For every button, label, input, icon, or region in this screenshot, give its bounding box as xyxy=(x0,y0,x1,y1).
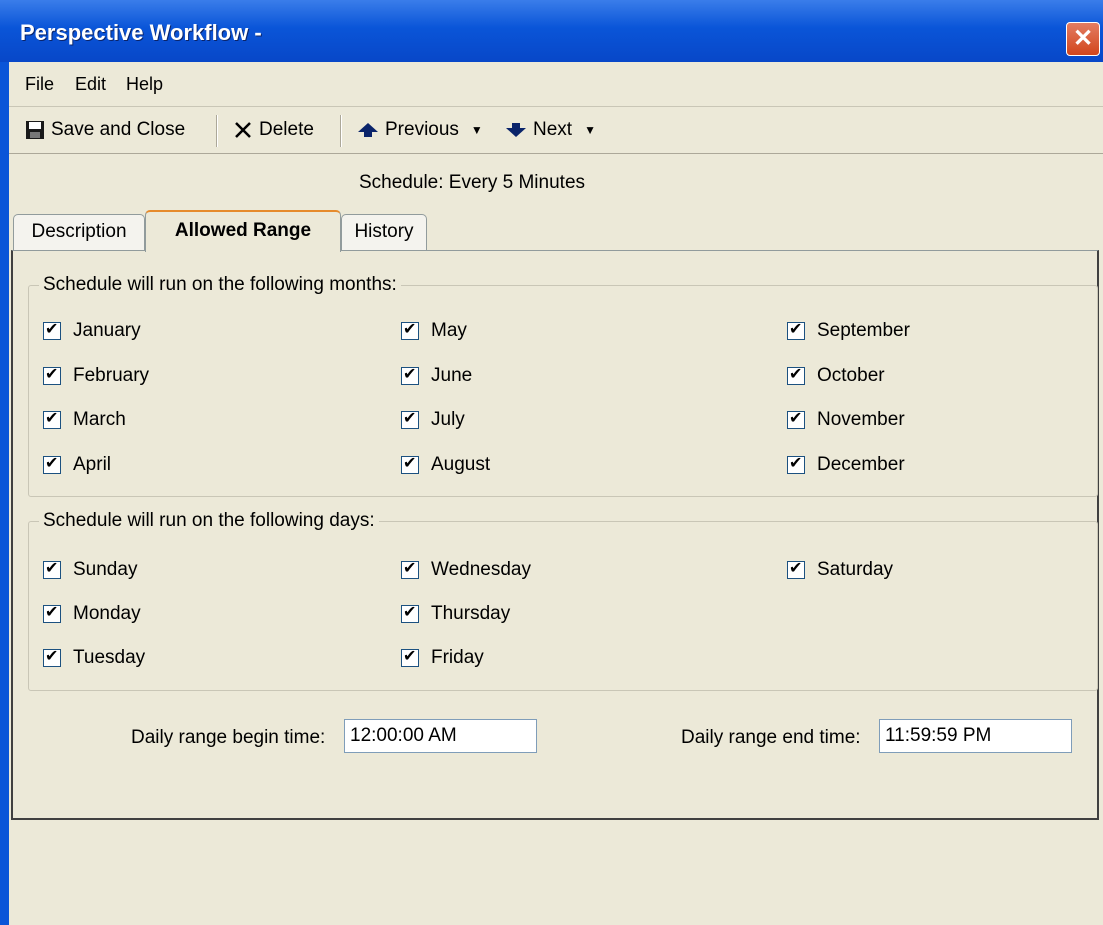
checkbox-october[interactable]: October xyxy=(787,364,885,387)
previous-label: Previous xyxy=(385,119,459,140)
checkbox-june[interactable]: June xyxy=(401,364,473,387)
checkbox-box[interactable] xyxy=(787,364,805,385)
checkbox-box[interactable] xyxy=(43,408,61,429)
down-arrow-icon xyxy=(506,123,526,137)
begin-time-label: Daily range begin time: xyxy=(131,727,326,748)
checkbox-label: Saturday xyxy=(817,559,894,580)
checkbox-november[interactable]: November xyxy=(787,408,905,431)
delete-label: Delete xyxy=(259,119,314,140)
checkbox-box[interactable] xyxy=(43,602,61,623)
checkbox-box[interactable] xyxy=(787,408,805,429)
next-dropdown-icon[interactable]: ▼ xyxy=(584,113,596,147)
title-bar: Perspective Workflow - ✕ xyxy=(0,0,1103,62)
checkbox-label: November xyxy=(817,409,905,430)
checkbox-september[interactable]: September xyxy=(787,319,910,342)
checkbox-box[interactable] xyxy=(787,558,805,579)
checkbox-box[interactable] xyxy=(787,453,805,474)
window-border xyxy=(0,62,9,925)
checkbox-july[interactable]: July xyxy=(401,408,465,431)
checkbox-april[interactable]: April xyxy=(43,453,112,476)
end-time-label: Daily range end time: xyxy=(681,727,861,748)
checkbox-box[interactable] xyxy=(401,602,419,623)
months-group-label: Schedule will run on the following month… xyxy=(39,274,401,296)
floppy-disk-icon xyxy=(26,121,44,139)
checkbox-label: June xyxy=(431,365,473,386)
checkbox-march[interactable]: March xyxy=(43,408,126,431)
checkbox-label: Tuesday xyxy=(73,647,146,668)
checkbox-label: Friday xyxy=(431,647,484,668)
checkbox-monday[interactable]: Monday xyxy=(43,602,141,625)
delete-button[interactable]: Delete xyxy=(233,113,314,147)
toolbar-separator xyxy=(340,115,342,147)
months-group: Schedule will run on the following month… xyxy=(28,274,1098,497)
checkbox-label: December xyxy=(817,454,905,475)
checkbox-label: Thursday xyxy=(431,603,511,624)
menu-help[interactable]: Help xyxy=(126,74,163,95)
checkbox-box[interactable] xyxy=(401,364,419,385)
checkbox-label: February xyxy=(73,365,150,386)
window-title: Perspective Workflow - xyxy=(20,20,262,45)
checkbox-label: March xyxy=(73,409,126,430)
allowed-range-panel: Schedule will run on the following month… xyxy=(11,250,1099,820)
checkbox-may[interactable]: May xyxy=(401,319,467,342)
checkbox-label: August xyxy=(431,454,491,475)
checkbox-february[interactable]: February xyxy=(43,364,150,387)
checkbox-label: July xyxy=(431,409,465,430)
checkbox-box[interactable] xyxy=(401,558,419,579)
checkbox-label: April xyxy=(73,454,112,475)
checkbox-box[interactable] xyxy=(787,319,805,340)
checkbox-box[interactable] xyxy=(401,453,419,474)
checkbox-box[interactable] xyxy=(43,319,61,340)
menu-bar: File Edit Help xyxy=(9,62,1103,107)
checkbox-saturday[interactable]: Saturday xyxy=(787,558,894,581)
checkbox-label: Monday xyxy=(73,603,141,624)
days-group: Schedule will run on the following days:… xyxy=(28,510,1098,691)
checkbox-january[interactable]: January xyxy=(43,319,141,342)
checkbox-friday[interactable]: Friday xyxy=(401,646,484,669)
checkbox-sunday[interactable]: Sunday xyxy=(43,558,138,581)
end-time-input[interactable]: 11:59:59 PM xyxy=(879,719,1072,753)
checkbox-box[interactable] xyxy=(401,646,419,667)
days-group-label: Schedule will run on the following days: xyxy=(39,510,379,532)
tab-history[interactable]: History xyxy=(341,214,427,250)
up-arrow-icon xyxy=(358,123,378,137)
menu-edit[interactable]: Edit xyxy=(75,74,106,95)
toolbar-separator xyxy=(216,115,218,147)
save-and-close-button[interactable]: Save and Close xyxy=(25,113,185,147)
previous-dropdown-icon[interactable]: ▼ xyxy=(471,113,483,147)
checkbox-box[interactable] xyxy=(43,646,61,667)
delete-x-icon xyxy=(235,122,251,138)
close-icon: ✕ xyxy=(1072,25,1094,52)
next-button[interactable]: Next ▼ xyxy=(505,113,596,147)
checkbox-december[interactable]: December xyxy=(787,453,905,476)
checkbox-label: October xyxy=(817,365,885,386)
save-label: Save and Close xyxy=(51,119,186,140)
tab-allowed-range[interactable]: Allowed Range xyxy=(145,210,341,252)
checkbox-tuesday[interactable]: Tuesday xyxy=(43,646,146,669)
checkbox-label: Sunday xyxy=(73,559,138,580)
toolbar: Save and Close Delete Previous ▼ Next ▼ xyxy=(9,107,1103,154)
checkbox-box[interactable] xyxy=(401,319,419,340)
checkbox-label: January xyxy=(73,320,141,341)
checkbox-wednesday[interactable]: Wednesday xyxy=(401,558,531,581)
previous-button[interactable]: Previous ▼ xyxy=(357,113,483,147)
checkbox-box[interactable] xyxy=(43,558,61,579)
checkbox-box[interactable] xyxy=(401,408,419,429)
checkbox-label: May xyxy=(431,320,467,341)
begin-time-input[interactable]: 12:00:00 AM xyxy=(344,719,537,753)
checkbox-august[interactable]: August xyxy=(401,453,491,476)
close-button[interactable]: ✕ xyxy=(1066,22,1100,56)
next-label: Next xyxy=(533,119,573,140)
checkbox-label: September xyxy=(817,320,910,341)
checkbox-box[interactable] xyxy=(43,453,61,474)
checkbox-label: Wednesday xyxy=(431,559,531,580)
window-content: File Edit Help Save and Close Delete Pre… xyxy=(9,62,1103,925)
tab-description[interactable]: Description xyxy=(13,214,145,250)
menu-file[interactable]: File xyxy=(25,74,54,95)
schedule-summary: Schedule: Every 5 Minutes xyxy=(359,172,586,193)
checkbox-box[interactable] xyxy=(43,364,61,385)
checkbox-thursday[interactable]: Thursday xyxy=(401,602,511,625)
